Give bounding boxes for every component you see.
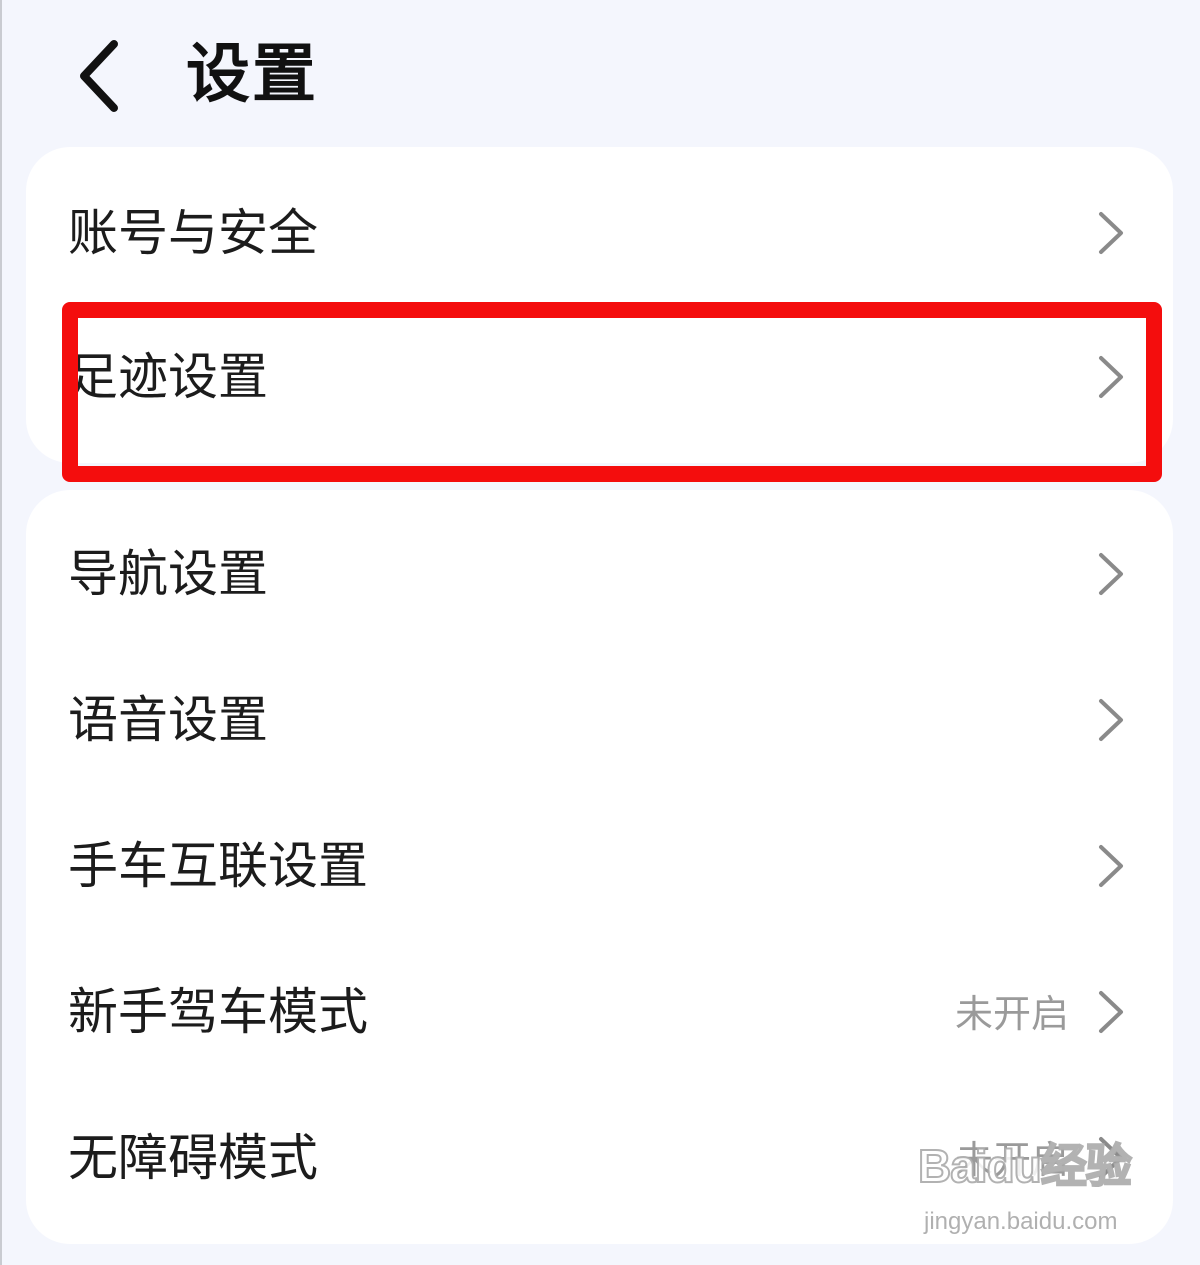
chevron-right-icon: [1095, 843, 1125, 889]
chevron-right-icon: [1095, 697, 1125, 743]
row-label: 无障碍模式: [68, 1129, 318, 1187]
header-bar: 设置: [0, 0, 1200, 150]
settings-row-novice-driving[interactable]: 新手驾车模式 未开启: [26, 940, 1173, 1084]
settings-row-navigation[interactable]: 导航设置: [26, 502, 1173, 646]
settings-row-voice[interactable]: 语音设置: [26, 648, 1173, 792]
chevron-right-icon: [1095, 1135, 1125, 1181]
row-label: 手车互联设置: [68, 837, 368, 895]
settings-row-account-security[interactable]: 账号与安全: [26, 161, 1173, 305]
chevron-left-icon: [62, 26, 162, 126]
row-label: 账号与安全: [68, 204, 318, 262]
settings-group-driving: 导航设置 语音设置 手车互联设置 新手驾车模式 未开启 无障碍模式 未开启: [26, 490, 1173, 1244]
back-button[interactable]: [62, 26, 162, 126]
row-label: 语音设置: [68, 691, 268, 749]
status-value: 未开启: [954, 1137, 1069, 1182]
left-edge-divider: [0, 0, 2, 1265]
chevron-right-icon: [1095, 551, 1125, 597]
settings-row-footprint[interactable]: 足迹设置: [26, 305, 1173, 449]
row-label: 导航设置: [68, 545, 268, 603]
row-label: 足迹设置: [68, 348, 268, 406]
settings-row-accessibility[interactable]: 无障碍模式 未开启: [26, 1086, 1173, 1230]
chevron-right-icon: [1095, 989, 1125, 1035]
settings-group-account: 账号与安全 足迹设置: [26, 147, 1173, 463]
row-label: 新手驾车模式: [68, 983, 368, 1041]
chevron-right-icon: [1095, 354, 1125, 400]
chevron-right-icon: [1095, 210, 1125, 256]
page-title: 设置: [186, 38, 318, 112]
status-value: 未开启: [954, 991, 1069, 1036]
settings-row-car-phone-link[interactable]: 手车互联设置: [26, 794, 1173, 938]
